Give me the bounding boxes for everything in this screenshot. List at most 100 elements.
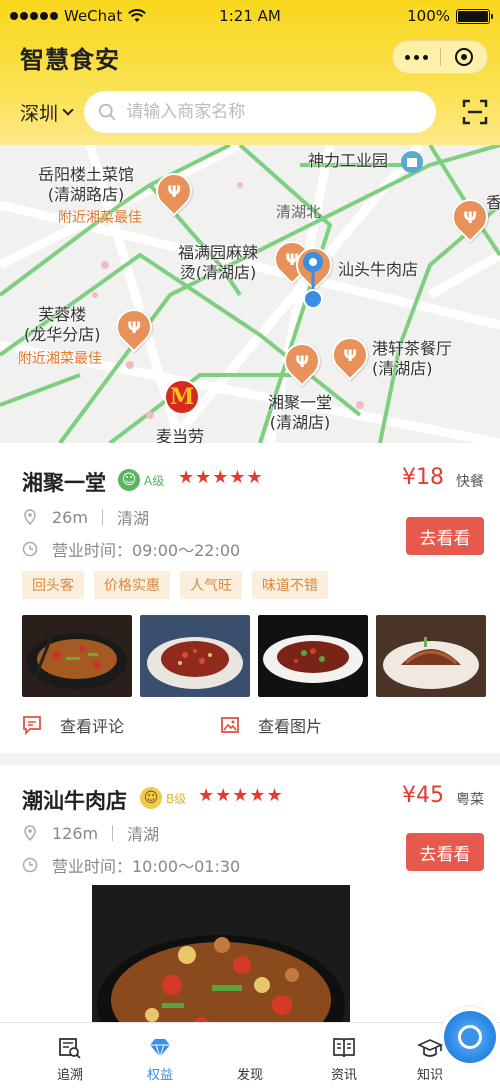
cuisine-type: 粤菜 xyxy=(456,792,484,808)
smile-face-icon: ☺ xyxy=(140,787,162,809)
view-reviews-label: 查看评论 xyxy=(60,717,125,736)
map-label-yueyang: 岳阳楼土菜馆 (清湖路店) xyxy=(38,165,135,204)
view-reviews-button[interactable]: 查看评论 xyxy=(22,713,220,737)
map-label-edge: 香 xyxy=(486,193,500,212)
map-sublabel-furong: 附近湘菜最佳 xyxy=(18,351,102,367)
food-photo[interactable] xyxy=(92,885,350,1023)
rating-stars: ★★★★★ xyxy=(178,467,264,488)
wifi-icon xyxy=(128,9,147,22)
mcdonalds-logo-icon[interactable]: M xyxy=(164,379,200,415)
cuisine-type: 快餐 xyxy=(456,474,484,490)
tag: 价格实惠 xyxy=(94,571,170,599)
map-label-xiangju: 湘聚一堂 (清湖店) xyxy=(268,393,333,432)
tag-list: 回头客 价格实惠 人气旺 味道不错 xyxy=(22,571,328,599)
graduation-cap-icon xyxy=(417,1039,443,1057)
status-bar: WeChat 1:21 AM 100% xyxy=(0,0,500,32)
restaurant-card[interactable]: 潮汕牛肉店 ☺ B级 ★★★★★ ¥45 粤菜 126m 清湖 营业时间：10:… xyxy=(0,765,500,1023)
distance: 26m xyxy=(52,507,88,527)
tab-discover[interactable]: 发现 xyxy=(220,1007,500,1088)
chevron-down-icon xyxy=(62,104,74,116)
food-photo[interactable] xyxy=(376,615,486,697)
search-input[interactable] xyxy=(126,102,423,122)
tab-label: 权益 xyxy=(146,1068,173,1083)
map-sublabel-yueyang: 附近湘菜最佳 xyxy=(58,210,142,226)
business-hours: 营业时间：09:00～22:00 xyxy=(52,541,241,560)
divider xyxy=(112,825,114,841)
restaurant-list: 湘聚一堂 ☺ A级 ★★★★★ ¥18 快餐 26m 清湖 营业时间：09:00… xyxy=(0,443,500,1023)
restaurant-card[interactable]: 湘聚一堂 ☺ A级 ★★★★★ ¥18 快餐 26m 清湖 营业时间：09:00… xyxy=(0,443,500,753)
happy-face-icon: ☺ xyxy=(118,469,140,491)
average-price: ¥45 xyxy=(402,783,444,808)
tab-label: 追溯 xyxy=(56,1068,83,1083)
location-row: 26m 清湖 xyxy=(22,505,149,529)
tab-news[interactable]: 资讯 xyxy=(314,1023,374,1088)
image-icon xyxy=(221,717,239,733)
restaurant-pin[interactable]: Ψ xyxy=(148,165,200,217)
signal-icon xyxy=(10,12,58,20)
view-photos-label: 查看图片 xyxy=(258,717,323,736)
battery-percent: 100% xyxy=(407,7,450,25)
news-icon xyxy=(333,1038,355,1058)
grade-label: A级 xyxy=(144,473,165,488)
search-bar[interactable] xyxy=(84,91,437,133)
mini-program-capsule xyxy=(392,40,488,74)
map-label-fuman: 福满园麻辣 烫(清湖店) xyxy=(178,243,259,282)
diamond-icon xyxy=(150,1039,170,1059)
area: 清湖 xyxy=(116,509,149,528)
map-view[interactable]: 岳阳楼土菜馆 (清湖路店) 附近湘菜最佳 Ψ 神力工业园 清湖北 Ψ 香 福满园… xyxy=(0,145,500,443)
header: WeChat 1:21 AM 100% 智慧食安 深圳 xyxy=(0,0,500,145)
location-row: 126m 清湖 xyxy=(22,821,159,845)
restaurant-pin[interactable]: Ψ xyxy=(276,335,328,387)
hours-row: 营业时间：10:00～01:30 xyxy=(22,853,240,877)
search-icon xyxy=(98,103,116,121)
battery-icon xyxy=(456,8,493,24)
map-label-gangxuan: 港轩茶餐厅 (清湖店) xyxy=(372,339,453,378)
restaurant-name: 湘聚一堂 xyxy=(22,471,106,495)
location-pin-icon xyxy=(24,825,36,841)
tab-knowledge[interactable]: 知识 xyxy=(400,1023,460,1088)
map-label-shantou: 汕头牛肉店 xyxy=(338,260,419,279)
poi-icon xyxy=(401,151,423,173)
area: 清湖 xyxy=(127,825,160,844)
tab-benefits[interactable]: 权益 xyxy=(130,1023,190,1088)
clock-icon xyxy=(22,857,38,873)
go-see-button[interactable]: 去看看 xyxy=(406,517,484,555)
grade-badge: ☺ A级 xyxy=(118,469,164,491)
food-photo[interactable] xyxy=(258,615,368,697)
comment-icon xyxy=(23,716,41,735)
map-label-furong: 芙蓉楼 (龙华分店) xyxy=(24,305,101,344)
go-see-button[interactable]: 去看看 xyxy=(406,833,484,871)
close-target-icon[interactable] xyxy=(441,48,488,66)
tab-trace[interactable]: 追溯 xyxy=(40,1023,100,1088)
average-price: ¥18 xyxy=(402,465,444,490)
more-menu-icon[interactable] xyxy=(393,54,440,60)
clock-icon xyxy=(22,541,38,557)
restaurant-name: 潮汕牛肉店 xyxy=(22,789,127,813)
grade-badge: ☺ B级 xyxy=(140,787,186,809)
user-location-icon xyxy=(303,252,323,309)
map-road-qinghubei: 清湖北 xyxy=(276,203,322,221)
card-actions: 查看评论 查看图片 xyxy=(22,713,418,737)
city-label: 深圳 xyxy=(20,102,59,125)
restaurant-pin[interactable]: Ψ xyxy=(324,329,376,381)
tag: 回头客 xyxy=(22,571,84,599)
tab-label: 知识 xyxy=(416,1068,443,1083)
carrier-label: WeChat xyxy=(64,7,123,25)
business-hours: 营业时间：10:00～01:30 xyxy=(52,857,241,876)
distance: 126m xyxy=(52,823,99,843)
restaurant-pin[interactable]: Ψ xyxy=(108,301,160,353)
hours-row: 营业时间：09:00～22:00 xyxy=(22,537,240,561)
photo-strip xyxy=(22,615,486,697)
rating-stars: ★★★★★ xyxy=(198,785,284,806)
food-photo[interactable] xyxy=(22,615,132,697)
restaurant-pin[interactable]: Ψ xyxy=(444,191,496,243)
map-label-mcd: 麦当劳 xyxy=(156,427,205,443)
location-pin-icon xyxy=(24,509,36,525)
scan-icon[interactable] xyxy=(462,99,488,125)
tab-label: 资讯 xyxy=(330,1068,357,1083)
food-photo[interactable] xyxy=(140,615,250,697)
tag: 人气旺 xyxy=(180,571,242,599)
view-photos-button[interactable]: 查看图片 xyxy=(220,713,418,737)
city-selector[interactable]: 深圳 xyxy=(20,99,74,126)
trace-icon xyxy=(59,1038,81,1059)
